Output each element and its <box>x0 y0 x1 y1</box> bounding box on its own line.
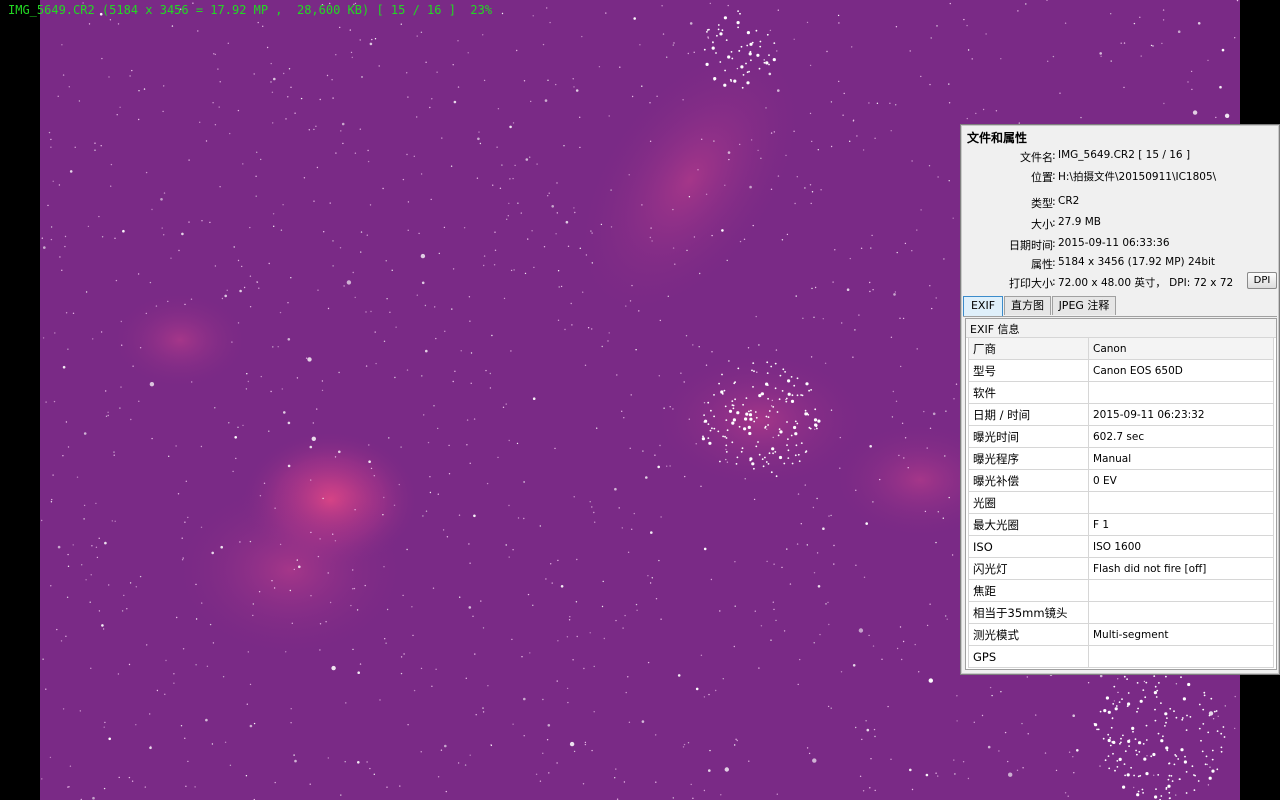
exif-value: Canon <box>1088 337 1274 360</box>
prop-print-size: 打印大小: 72.00 x 48.00 英寸， DPI: 72 x 72 <box>1009 275 1234 290</box>
exif-key: 日期 / 时间 <box>968 403 1089 426</box>
exif-value <box>1088 601 1274 624</box>
info-tabs: EXIF 直方图 JPEG 注释 <box>963 296 1277 317</box>
prop-datetime: 日期时间: 2015-09-11 06:33:36 <box>1009 237 1170 252</box>
tab-exif[interactable]: EXIF <box>963 296 1003 316</box>
exif-value: Flash did not fire [off] <box>1088 557 1274 580</box>
prop-value: CR2 <box>1058 195 1080 207</box>
exif-key: 型号 <box>968 359 1089 382</box>
exif-value: ISO 1600 <box>1088 535 1274 558</box>
exif-row[interactable]: 厂商 Canon <box>968 337 1274 360</box>
prop-value: 27.9 MB <box>1058 216 1101 228</box>
exif-key: 曝光补偿 <box>968 469 1089 492</box>
exif-row[interactable]: GPS <box>968 645 1274 668</box>
prop-label: 位置 <box>1031 171 1053 184</box>
prop-type: 类型: CR2 <box>1031 195 1080 210</box>
exif-info-list[interactable]: EXIF 信息 厂商 Canon 型号 Canon EOS 650D 软件 日期 / 时间… <box>965 318 1277 670</box>
prop-size: 大小: 27.9 MB <box>1031 216 1101 231</box>
prop-attributes: 属性: 5184 x 3456 (17.92 MP) 24bit <box>1031 256 1216 271</box>
exif-value: F 1 <box>1088 513 1274 536</box>
prop-filename: 文件名: IMG_5649.CR2 [ 15 / 16 ] <box>1020 149 1191 164</box>
prop-label: 日期时间 <box>1009 239 1053 252</box>
exif-row[interactable]: 曝光程序 Manual <box>968 447 1274 470</box>
exif-key: ISO <box>968 535 1089 558</box>
exif-value: Manual <box>1088 447 1274 470</box>
panel-title: 文件和属性 <box>967 131 1028 145</box>
exif-key: 相当于35mm镜头 <box>968 601 1089 624</box>
prop-label: 文件名 <box>1020 151 1053 164</box>
exif-row[interactable]: 日期 / 时间 2015-09-11 06:23:32 <box>968 403 1274 426</box>
exif-row[interactable]: 光圈 <box>968 491 1274 514</box>
exif-key: 软件 <box>968 381 1089 404</box>
exif-key: 焦距 <box>968 579 1089 602</box>
exif-row[interactable]: 型号 Canon EOS 650D <box>968 359 1274 382</box>
prop-value: H:\拍摄文件\20150911\IC1805\ <box>1058 171 1217 183</box>
exif-row[interactable]: 焦距 <box>968 579 1274 602</box>
exif-header: EXIF 信息 <box>966 319 1276 338</box>
exif-row[interactable]: 曝光补偿 0 EV <box>968 469 1274 492</box>
exif-value: 602.7 sec <box>1088 425 1274 448</box>
exif-key: 最大光圈 <box>968 513 1089 536</box>
prop-label: 属性 <box>1031 258 1053 271</box>
exif-key: 光圈 <box>968 491 1089 514</box>
exif-key: 曝光时间 <box>968 425 1089 448</box>
file-properties-panel[interactable]: 文件和属性 文件名: IMG_5649.CR2 [ 15 / 16 ] 位置: … <box>960 124 1280 675</box>
exif-row[interactable]: 软件 <box>968 381 1274 404</box>
exif-value <box>1088 645 1274 668</box>
exif-key: GPS <box>968 645 1089 668</box>
prop-value: IMG_5649.CR2 [ 15 / 16 ] <box>1058 149 1191 161</box>
exif-row[interactable]: ISO ISO 1600 <box>968 535 1274 558</box>
exif-key: 闪光灯 <box>968 557 1089 580</box>
tab-jpeg-comment[interactable]: JPEG 注释 <box>1052 296 1116 315</box>
tab-histogram[interactable]: 直方图 <box>1004 296 1051 315</box>
exif-value: 0 EV <box>1088 469 1274 492</box>
exif-row[interactable]: 相当于35mm镜头 <box>968 601 1274 624</box>
prop-location: 位置: H:\拍摄文件\20150911\IC1805\ <box>1031 169 1217 184</box>
exif-value: Canon EOS 650D <box>1088 359 1274 382</box>
exif-value <box>1088 491 1274 514</box>
exif-row[interactable]: 测光模式 Multi-segment <box>968 623 1274 646</box>
exif-table: 厂商 Canon 型号 Canon EOS 650D 软件 日期 / 时间 2015-09-… <box>968 337 1274 668</box>
exif-key: 厂商 <box>968 337 1089 360</box>
exif-value <box>1088 579 1274 602</box>
exif-key: 曝光程序 <box>968 447 1089 470</box>
dpi-button[interactable]: DPI <box>1247 272 1277 289</box>
prop-value: 2015-09-11 06:33:36 <box>1058 237 1170 249</box>
exif-value <box>1088 381 1274 404</box>
exif-value: Multi-segment <box>1088 623 1274 646</box>
image-info-overlay: IMG_5649.CR2 (5184 x 3456 = 17.92 MP , 2… <box>8 3 493 17</box>
prop-value: 72.00 x 48.00 英寸， DPI: 72 x 72 <box>1058 277 1234 289</box>
exif-key: 测光模式 <box>968 623 1089 646</box>
exif-row[interactable]: 曝光时间 602.7 sec <box>968 425 1274 448</box>
prop-value: 5184 x 3456 (17.92 MP) 24bit <box>1058 256 1216 268</box>
prop-label: 打印大小 <box>1009 277 1053 290</box>
exif-row[interactable]: 最大光圈 F 1 <box>968 513 1274 536</box>
prop-label: 类型 <box>1031 197 1053 210</box>
exif-row[interactable]: 闪光灯 Flash did not fire [off] <box>968 557 1274 580</box>
prop-label: 大小 <box>1031 218 1053 231</box>
exif-value: 2015-09-11 06:23:32 <box>1088 403 1274 426</box>
